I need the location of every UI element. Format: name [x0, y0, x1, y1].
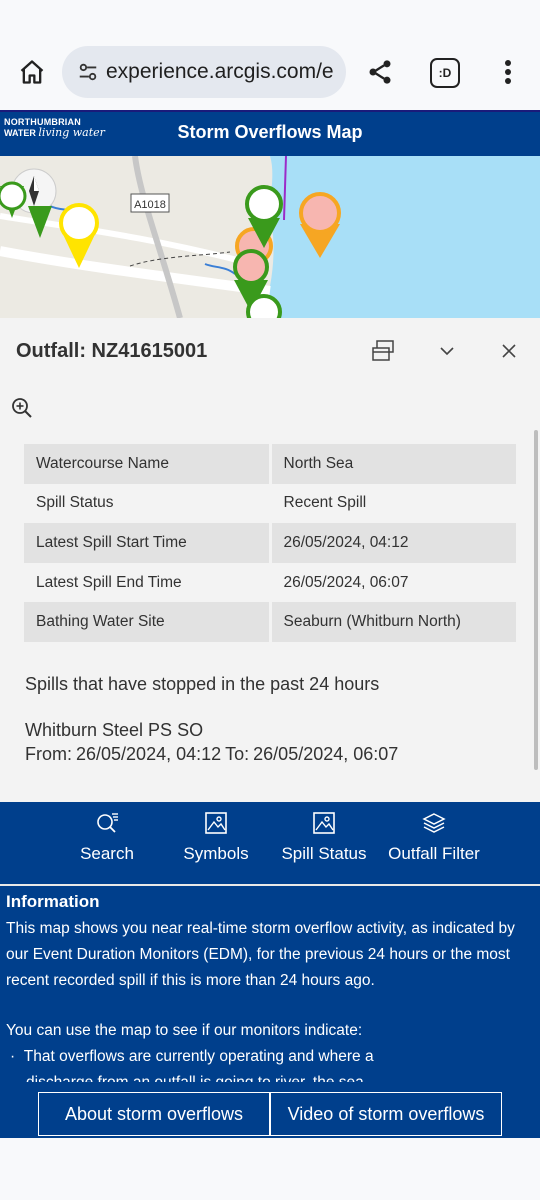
share-icon[interactable] [362, 54, 398, 90]
search-label: Search [80, 844, 134, 863]
attribute-key: Watercourse Name [24, 444, 272, 484]
from-label: From: [25, 744, 72, 764]
to-label: To: [225, 744, 250, 764]
popup-actions-bar [0, 386, 540, 431]
information-bullet: · That overflows are currently operating… [10, 1048, 374, 1065]
information-paragraph: This map shows you near real-time storm … [6, 920, 515, 989]
attribute-value: Seaburn (Whitburn North) [270, 602, 516, 642]
more-options-icon[interactable] [496, 54, 520, 90]
image-icon [205, 812, 227, 834]
popup-title: Outfall: NZ41615001 [16, 340, 208, 362]
information-paragraph: You can use the map to see if our monito… [6, 1022, 363, 1039]
table-row: Bathing Water Site Seaburn (Whitburn Nor… [24, 602, 516, 642]
address-bar[interactable]: experience.arcgis.com/e [62, 46, 346, 98]
information-bullet-cont: discharge from an outfall is going to ri… [26, 1070, 526, 1082]
url-text: experience.arcgis.com/e [106, 60, 334, 83]
dock-icon[interactable] [368, 336, 398, 366]
symbols-button[interactable]: Symbols [170, 810, 262, 874]
video-storm-overflows-button[interactable]: Video of storm overflows [270, 1092, 502, 1136]
to-value: 26/05/2024, 06:07 [253, 744, 399, 764]
home-icon[interactable] [14, 54, 50, 90]
attribute-value: Recent Spill [270, 483, 516, 524]
close-icon[interactable] [494, 336, 524, 366]
attribute-value: 26/05/2024, 06:07 [270, 562, 516, 603]
table-row: Spill Status Recent Spill [24, 483, 516, 524]
spill-site-name: Whitburn Steel PS SO [25, 720, 204, 740]
sea-area [262, 156, 540, 318]
app-title: Storm Overflows Map [177, 122, 363, 142]
stopped-spills-heading: Spills that have stopped in the past 24 … [25, 674, 380, 694]
from-value: 26/05/2024, 04:12 [76, 744, 222, 764]
attribute-table: Watercourse Name North Sea Spill Status … [24, 444, 516, 642]
table-row: Latest Spill End Time 26/05/2024, 06:07 [24, 562, 516, 603]
system-nav-area [0, 1138, 540, 1200]
search-button[interactable]: Search [66, 810, 148, 874]
outfall-filter-label: Outfall Filter [388, 844, 480, 863]
attribute-key: Bathing Water Site [24, 602, 272, 642]
road-label: A1018 [134, 199, 166, 211]
outfall-marker-green [246, 294, 282, 318]
symbols-label: Symbols [183, 844, 249, 863]
attribute-value: North Sea [270, 444, 516, 484]
table-row: Watercourse Name North Sea [24, 444, 516, 484]
northumbrian-water-logo: NORTHUMBRIAN WATER living water [4, 117, 105, 139]
table-row: Latest Spill Start Time 26/05/2024, 04:1… [24, 523, 516, 563]
spill-time-range: From: 26/05/2024, 04:12 To: 26/05/2024, 06:… [25, 744, 402, 765]
spill-status-label: Spill Status [281, 844, 367, 863]
layers-icon [422, 813, 446, 833]
spill-status-button[interactable]: Spill Status [278, 810, 370, 874]
image-icon [313, 812, 335, 834]
site-settings-icon[interactable] [76, 60, 100, 84]
attribute-key: Latest Spill End Time [24, 562, 272, 603]
attribute-key: Spill Status [24, 483, 272, 524]
map-view[interactable]: A1018 [0, 156, 540, 318]
map-canvas[interactable]: A1018 [0, 156, 540, 318]
tab-switcher-button[interactable]: :D [430, 58, 460, 88]
attribute-key: Latest Spill Start Time [24, 523, 272, 563]
chevron-down-icon[interactable] [432, 336, 462, 366]
popup-scrollbar[interactable] [534, 430, 538, 770]
about-storm-overflows-button[interactable]: About storm overflows [38, 1092, 270, 1136]
outfall-filter-button[interactable]: Outfall Filter [382, 810, 486, 874]
zoom-to-icon[interactable] [8, 394, 36, 422]
attribute-value: 26/05/2024, 04:12 [270, 523, 516, 563]
search-icon [97, 813, 118, 833]
information-title: Information [6, 892, 100, 911]
